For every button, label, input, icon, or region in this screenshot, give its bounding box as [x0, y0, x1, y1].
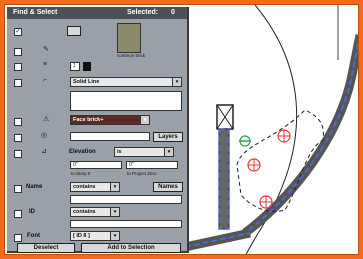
fill-swatch[interactable]: [117, 23, 141, 53]
font-label: Font: [27, 233, 40, 239]
palette-titlebar[interactable]: Find & Select Selected: 0: [7, 7, 187, 19]
elevation-label: Elevation: [69, 149, 96, 155]
palette-title: Find & Select: [13, 9, 58, 16]
font-value: [ ID 8 ]: [73, 233, 90, 239]
elevation-mode-value: is: [117, 149, 122, 155]
id-label: ID: [29, 209, 35, 215]
line-weight-icon: ≡: [43, 61, 48, 68]
curved-wall[interactable]: [242, 34, 359, 237]
id-mode-value: contains: [73, 209, 96, 215]
linetype-dropdown[interactable]: Solid Line ▾: [70, 77, 182, 87]
filter-list-field[interactable]: [70, 91, 182, 111]
selected-label: Selected:: [127, 9, 159, 16]
chevron-down-icon: ▾: [110, 208, 119, 216]
pen-number-field[interactable]: 1: [70, 62, 80, 71]
pen-color-swatch[interactable]: [83, 62, 91, 71]
line-checkbox[interactable]: [14, 63, 22, 71]
chevron-down-icon: ▾: [164, 148, 173, 156]
layer-checkbox[interactable]: [14, 134, 22, 142]
deselect-button[interactable]: Deselect: [17, 243, 75, 253]
elevation-mode-dropdown[interactable]: is ▾: [114, 147, 174, 157]
layers-button[interactable]: Layers: [153, 132, 183, 142]
name-mode-dropdown[interactable]: contains ▾: [70, 182, 120, 192]
layer-icon: ◎: [41, 132, 48, 139]
chevron-down-icon: ▾: [172, 78, 181, 86]
elevation-checkbox[interactable]: [14, 150, 22, 158]
linetype-checkbox[interactable]: [14, 79, 22, 87]
name-mode-value: contains: [73, 184, 96, 190]
font-dropdown[interactable]: [ ID 8 ] ▾: [70, 231, 120, 241]
name-checkbox[interactable]: [14, 185, 22, 193]
name-field[interactable]: [70, 195, 182, 204]
chevron-down-icon: ▾: [110, 183, 119, 191]
font-checkbox[interactable]: [14, 234, 22, 242]
find-select-palette: Find & Select Selected: 0 ✓ common brick…: [7, 7, 189, 253]
type-checkbox[interactable]: ✓: [14, 28, 22, 36]
add-to-selection-button[interactable]: Add to Selection: [81, 243, 181, 253]
layer-field[interactable]: [70, 132, 150, 141]
pen-checkbox[interactable]: [14, 48, 22, 56]
material-checkbox[interactable]: [14, 118, 22, 126]
material-dropdown[interactable]: Face brick+ ▾: [70, 115, 150, 125]
names-button[interactable]: Names: [153, 182, 183, 192]
elevation-to-ref: to Project Zero: [127, 171, 157, 176]
material-value: Face brick+: [73, 117, 104, 123]
drawing-window: Find & Select Selected: 0 ✓ common brick…: [4, 4, 359, 255]
id-checkbox[interactable]: [14, 210, 22, 218]
id-field[interactable]: [70, 220, 182, 228]
id-mode-dropdown[interactable]: contains ▾: [70, 207, 120, 217]
material-icon: ⚠: [43, 116, 50, 123]
curved-boundary-line: [245, 5, 298, 254]
curved-wall-highlight: [244, 39, 358, 234]
elevation-from-field[interactable]: 0": [70, 161, 122, 169]
elevation-from-ref: to Story 0: [71, 171, 91, 176]
selected-count: 0: [171, 9, 175, 16]
elevation-icon: ⊿: [41, 148, 47, 155]
linetype-value: Solid Line: [73, 79, 100, 85]
name-label: Name: [26, 184, 43, 190]
chevron-down-icon: ▾: [110, 232, 119, 240]
linetype-icon: ⌐: [43, 77, 48, 84]
vertical-wall[interactable]: [218, 128, 230, 230]
pen-icon: ✎: [43, 46, 49, 53]
chevron-down-icon: ▾: [140, 116, 149, 124]
elevation-to-field[interactable]: 0": [126, 161, 178, 169]
type-button[interactable]: [67, 26, 81, 36]
fill-name: common brick: [117, 53, 146, 58]
